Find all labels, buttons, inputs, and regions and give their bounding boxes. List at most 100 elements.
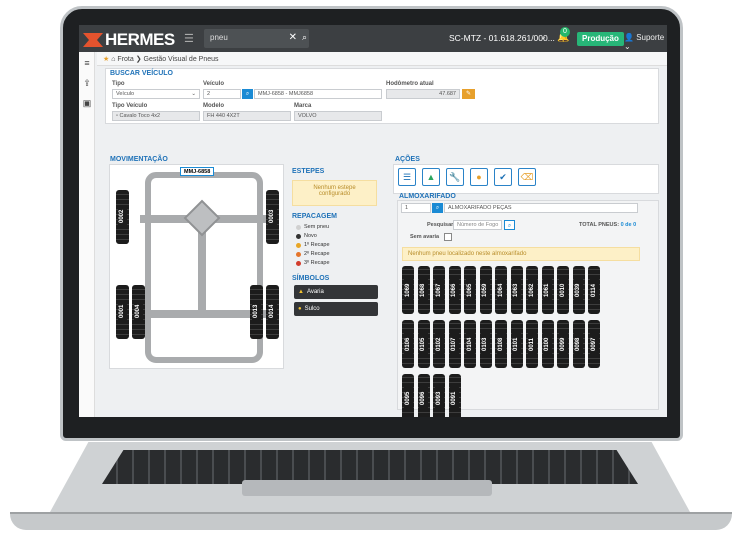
warehouse-tire[interactable]: 0098 [572,320,585,368]
warehouse-tire-number: 0106 [403,333,413,355]
legend-dot [296,260,301,266]
almoxarifado-search-button[interactable]: ⌕ [432,203,443,213]
search-icon[interactable]: ⌕ [302,32,307,43]
sem-avaria-label: Sem avaria [410,234,440,240]
user-menu[interactable]: 👤 Suporte ⌄ [624,33,667,51]
chassis-diagram [140,172,270,363]
app-logo[interactable]: HERMES [83,30,175,50]
vehicle-plate-label: MMJ-6858 [180,167,215,176]
warehouse-tire[interactable]: 0114 [588,266,600,314]
tipo-select[interactable]: Veículo ⌄ [112,89,200,99]
legend-1-recape: 1º Recape [296,242,330,248]
sem-avaria-checkbox[interactable] [444,233,452,241]
chevron-down-icon[interactable]: ⌄ [540,32,547,41]
warehouse-tire-number: 1068 [419,279,428,301]
warehouse-tire[interactable]: 0095 [402,374,414,417]
legend-label: Novo [304,233,317,239]
tire-slot[interactable]: 0014 [266,285,279,339]
legend-dot [296,233,301,239]
warehouse-tire[interactable]: 0106 [402,320,414,368]
warehouse-tire[interactable]: 0097 [588,320,600,368]
symbol-avaria-label: Avaria [306,289,324,295]
tipo-veiculo-label: Tipo Veículo [112,103,148,109]
sulco-icon: ● [298,306,302,312]
warehouse-tire-number: 0100 [543,333,552,355]
tire-number: 0001 [118,300,127,322]
check-action-icon[interactable]: ✔ [494,168,512,186]
warehouse-tire[interactable]: 0105 [417,320,430,368]
favorite-star-icon[interactable]: ★ [103,56,109,63]
hodometro-field: 47.687 [386,89,460,99]
hodometro-edit-button[interactable]: ✎ [462,89,475,99]
veiculo-id-field[interactable]: 2 [203,89,241,99]
warehouse-tire[interactable]: 0104 [464,320,476,368]
warehouse-tire[interactable]: 1062 [526,266,538,314]
tipo-veiculo-field: ▫ Cavalo Toco 4x2 [112,111,200,121]
share-icon[interactable]: ⇪ [82,78,92,88]
image-icon[interactable]: ▣ [82,98,92,108]
breadcrumb-page: Gestão Visual de Pneus [143,56,219,63]
notification-badge: 0 [560,27,570,37]
tire-slot[interactable]: 0004 [132,285,145,339]
hamburger-icon[interactable]: ≡ [82,58,92,68]
warehouse-tire[interactable]: 1063 [510,266,523,314]
warehouse-tire-number: 0093 [434,387,444,409]
warehouse-tire[interactable]: 1065 [464,266,476,314]
warehouse-tire[interactable]: 0103 [479,320,492,368]
tire-slot[interactable]: 0013 [250,285,263,339]
breadcrumb-root[interactable]: Frota [117,56,133,63]
almoxarifado-empty-message: Nenhum pneu localizado neste almoxarifad… [402,247,640,261]
warehouse-tire[interactable]: 0101 [510,320,523,368]
warehouse-tire[interactable]: 1061 [541,266,554,314]
laptop-base-front [10,512,732,530]
legend-2-recape: 2º Recape [296,251,330,257]
pesquisar-button[interactable]: ⌕ [504,220,515,230]
warehouse-tire[interactable]: 0108 [495,320,507,368]
warehouse-tire[interactable]: 0096 [417,374,430,417]
warehouse-tire[interactable]: 0093 [433,374,445,417]
tire-slot[interactable]: 0003 [266,190,279,244]
veiculo-search-button[interactable]: ⌕ [242,89,253,99]
warehouse-tire[interactable]: 1064 [495,266,507,314]
legend-dot [296,224,301,230]
legend-3-recape: 3º Recape [296,260,330,266]
clear-search-icon[interactable]: ✕ [289,32,297,43]
warehouse-tire-number: 1069 [403,279,413,301]
company-selector[interactable]: SC-MTZ - 01.618.261/000... [449,33,555,43]
warehouse-tire-number: 0099 [558,333,568,355]
veiculo-desc-field[interactable]: MMJ-6858 - MMJ6858 [254,89,382,99]
warehouse-tire[interactable]: 0107 [448,320,461,368]
almoxarifado-name-field[interactable]: ALMOXARIFADO PEÇAS [444,203,638,213]
warehouse-tire[interactable]: 1067 [433,266,445,314]
warehouse-tire[interactable]: 1059 [479,266,492,314]
warehouse-tire[interactable]: 1066 [448,266,461,314]
tipo-veiculo-value: Cavalo Toco 4x2 [119,113,161,119]
warehouse-tire[interactable]: 0102 [433,320,445,368]
alert-action-icon[interactable]: ▲ [422,168,440,186]
simbolos-title: SÍMBOLOS [292,275,330,282]
sulco-action-icon[interactable]: ● [470,168,488,186]
warehouse-tire[interactable]: 0099 [557,320,569,368]
list-action-icon[interactable]: ☰ [398,168,416,186]
warehouse-tire[interactable]: 1069 [402,266,414,314]
almoxarifado-id-field[interactable]: 1 [401,203,431,213]
main-content: ★ ⌂ Frota ❯ Gestão Visual de Pneus BUSCA… [97,52,667,417]
warehouse-tire[interactable]: 0100 [541,320,554,368]
marca-label: Marca [294,103,312,109]
eraser-action-icon[interactable]: ⌫ [518,168,536,186]
movimentacao-title: MOVIMENTAÇÃO [110,156,168,163]
pesquisar-input[interactable]: Número de Fogo [453,220,502,230]
warehouse-tire[interactable]: 0011 [526,320,538,368]
wrench-action-icon[interactable]: 🔧 [446,168,464,186]
warehouse-tire[interactable]: 0039 [572,266,585,314]
menu-toggle-icon[interactable]: ☰ [184,32,194,45]
warehouse-tire[interactable]: 1068 [417,266,430,314]
logo-text: HERMES [105,30,175,49]
search-input[interactable]: pneu ✕ ⌕ [204,29,309,48]
legend-label: 3º Recape [304,260,330,266]
symbol-sulco-label: Sulco [304,306,320,312]
warehouse-tire[interactable]: 0091 [448,374,461,417]
warehouse-tire[interactable]: 0010 [557,266,569,314]
tire-slot[interactable]: 0002 [116,190,129,244]
tire-slot[interactable]: 0001 [116,285,129,339]
